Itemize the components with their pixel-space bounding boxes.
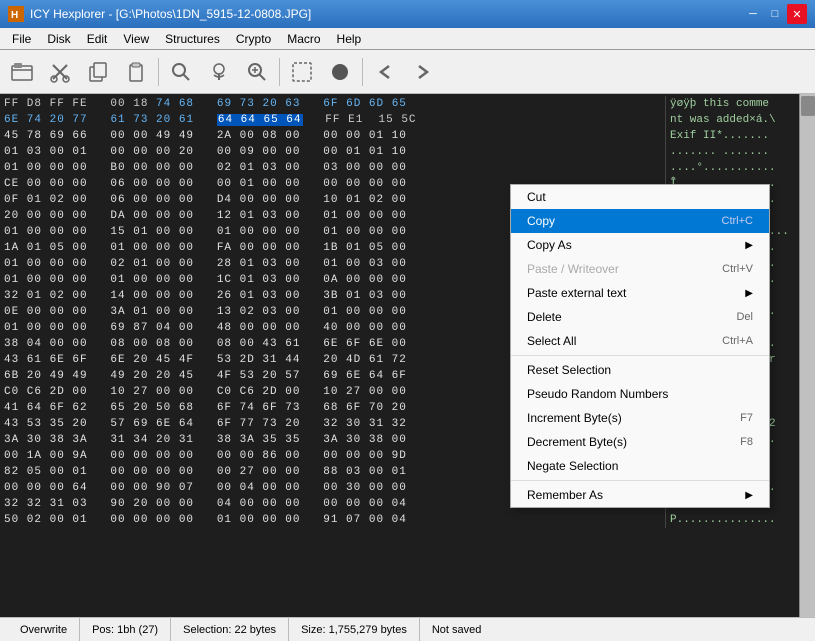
ctx-remember-as[interactable]: Remember As ▶: [511, 483, 769, 507]
menu-item-file[interactable]: File: [4, 28, 39, 49]
toolbar-open[interactable]: [4, 54, 40, 90]
ctx-separator-2: [511, 480, 769, 481]
toolbar-circle[interactable]: [322, 54, 358, 90]
menu-item-structures[interactable]: Structures: [157, 28, 228, 49]
scrollbar[interactable]: [799, 94, 815, 617]
title-controls[interactable]: ─ □ ✕: [743, 4, 807, 24]
menu-item-crypto[interactable]: Crypto: [228, 28, 279, 49]
maximize-button[interactable]: □: [765, 4, 785, 24]
submenu-arrow: ▶: [745, 240, 753, 251]
ctx-copy[interactable]: Copy Ctrl+C: [511, 209, 769, 233]
ctx-paste-external[interactable]: Paste external text ▶: [511, 281, 769, 305]
ctx-select-all[interactable]: Select All Ctrl+A: [511, 329, 769, 353]
hex-row: 01 03 00 01 00 00 00 20 00 09 00 00 00 0…: [4, 144, 795, 160]
status-mode: Overwrite: [8, 618, 80, 641]
ctx-increment-byte[interactable]: Increment Byte(s) F7: [511, 406, 769, 430]
toolbar-back[interactable]: [367, 54, 403, 90]
ctx-copy-as[interactable]: Copy As ▶: [511, 233, 769, 257]
menu-item-disk[interactable]: Disk: [39, 28, 78, 49]
toolbar-sep-2: [279, 58, 280, 86]
status-save-state: Not saved: [420, 618, 494, 641]
close-button[interactable]: ✕: [787, 4, 807, 24]
submenu-arrow-3: ▶: [745, 490, 753, 501]
window-title: ICY Hexplorer - [G:\Photos\1DN_5915-12-0…: [30, 7, 311, 21]
toolbar-zoom[interactable]: [239, 54, 275, 90]
toolbar-copy[interactable]: [80, 54, 116, 90]
toolbar: [0, 50, 815, 94]
svg-text:H: H: [11, 10, 18, 21]
menu-item-edit[interactable]: Edit: [79, 28, 116, 49]
toolbar-cut[interactable]: [42, 54, 78, 90]
title-bar-left: H ICY Hexplorer - [G:\Photos\1DN_5915-12…: [8, 6, 311, 22]
hex-row: 50 02 00 01 00 00 00 00 01 00 00 00 91 0…: [4, 512, 795, 528]
submenu-arrow-2: ▶: [745, 288, 753, 299]
hex-row: 45 78 69 66 00 00 49 49 2A 00 08 00 00 0…: [4, 128, 795, 144]
menu-item-macro[interactable]: Macro: [279, 28, 328, 49]
ctx-decrement-byte[interactable]: Decrement Byte(s) F8: [511, 430, 769, 454]
minimize-button[interactable]: ─: [743, 4, 763, 24]
menu-bar: FileDiskEditViewStructuresCryptoMacroHel…: [0, 28, 815, 50]
status-position: Pos: 1bh (27): [80, 618, 171, 641]
menu-item-help[interactable]: Help: [329, 28, 370, 49]
status-size: Size: 1,755,279 bytes: [289, 618, 420, 641]
hex-row: 6E 74 20 77 61 73 20 61 64 64 65 64 FF E…: [4, 112, 795, 128]
menu-item-view[interactable]: View: [115, 28, 157, 49]
ctx-reset-selection[interactable]: Reset Selection: [511, 358, 769, 382]
toolbar-search[interactable]: [163, 54, 199, 90]
ctx-delete[interactable]: Delete Del: [511, 305, 769, 329]
hex-row: FF D8 FF FE 00 18 74 68 69 73 20 63 6F 6…: [4, 96, 795, 112]
ctx-negate-selection[interactable]: Negate Selection: [511, 454, 769, 478]
hex-row: 01 00 00 00 B0 00 00 00 02 01 03 00 03 0…: [4, 160, 795, 176]
context-menu: Cut Copy Ctrl+C Copy As ▶ Paste / Writeo…: [510, 184, 770, 508]
ctx-pseudo-random[interactable]: Pseudo Random Numbers: [511, 382, 769, 406]
ctx-separator-1: [511, 355, 769, 356]
main-content: FF D8 FF FE 00 18 74 68 69 73 20 63 6F 6…: [0, 94, 815, 617]
status-selection: Selection: 22 bytes: [171, 618, 289, 641]
toolbar-tool[interactable]: [201, 54, 237, 90]
toolbar-sep-1: [158, 58, 159, 86]
app-icon: H: [8, 6, 24, 22]
toolbar-select[interactable]: [284, 54, 320, 90]
status-bar: Overwrite Pos: 1bh (27) Selection: 22 by…: [0, 617, 815, 641]
ctx-cut[interactable]: Cut: [511, 185, 769, 209]
ctx-paste-writeover: Paste / Writeover Ctrl+V: [511, 257, 769, 281]
toolbar-paste[interactable]: [118, 54, 154, 90]
toolbar-forward[interactable]: [405, 54, 441, 90]
title-bar: H ICY Hexplorer - [G:\Photos\1DN_5915-12…: [0, 0, 815, 28]
toolbar-sep-3: [362, 58, 363, 86]
